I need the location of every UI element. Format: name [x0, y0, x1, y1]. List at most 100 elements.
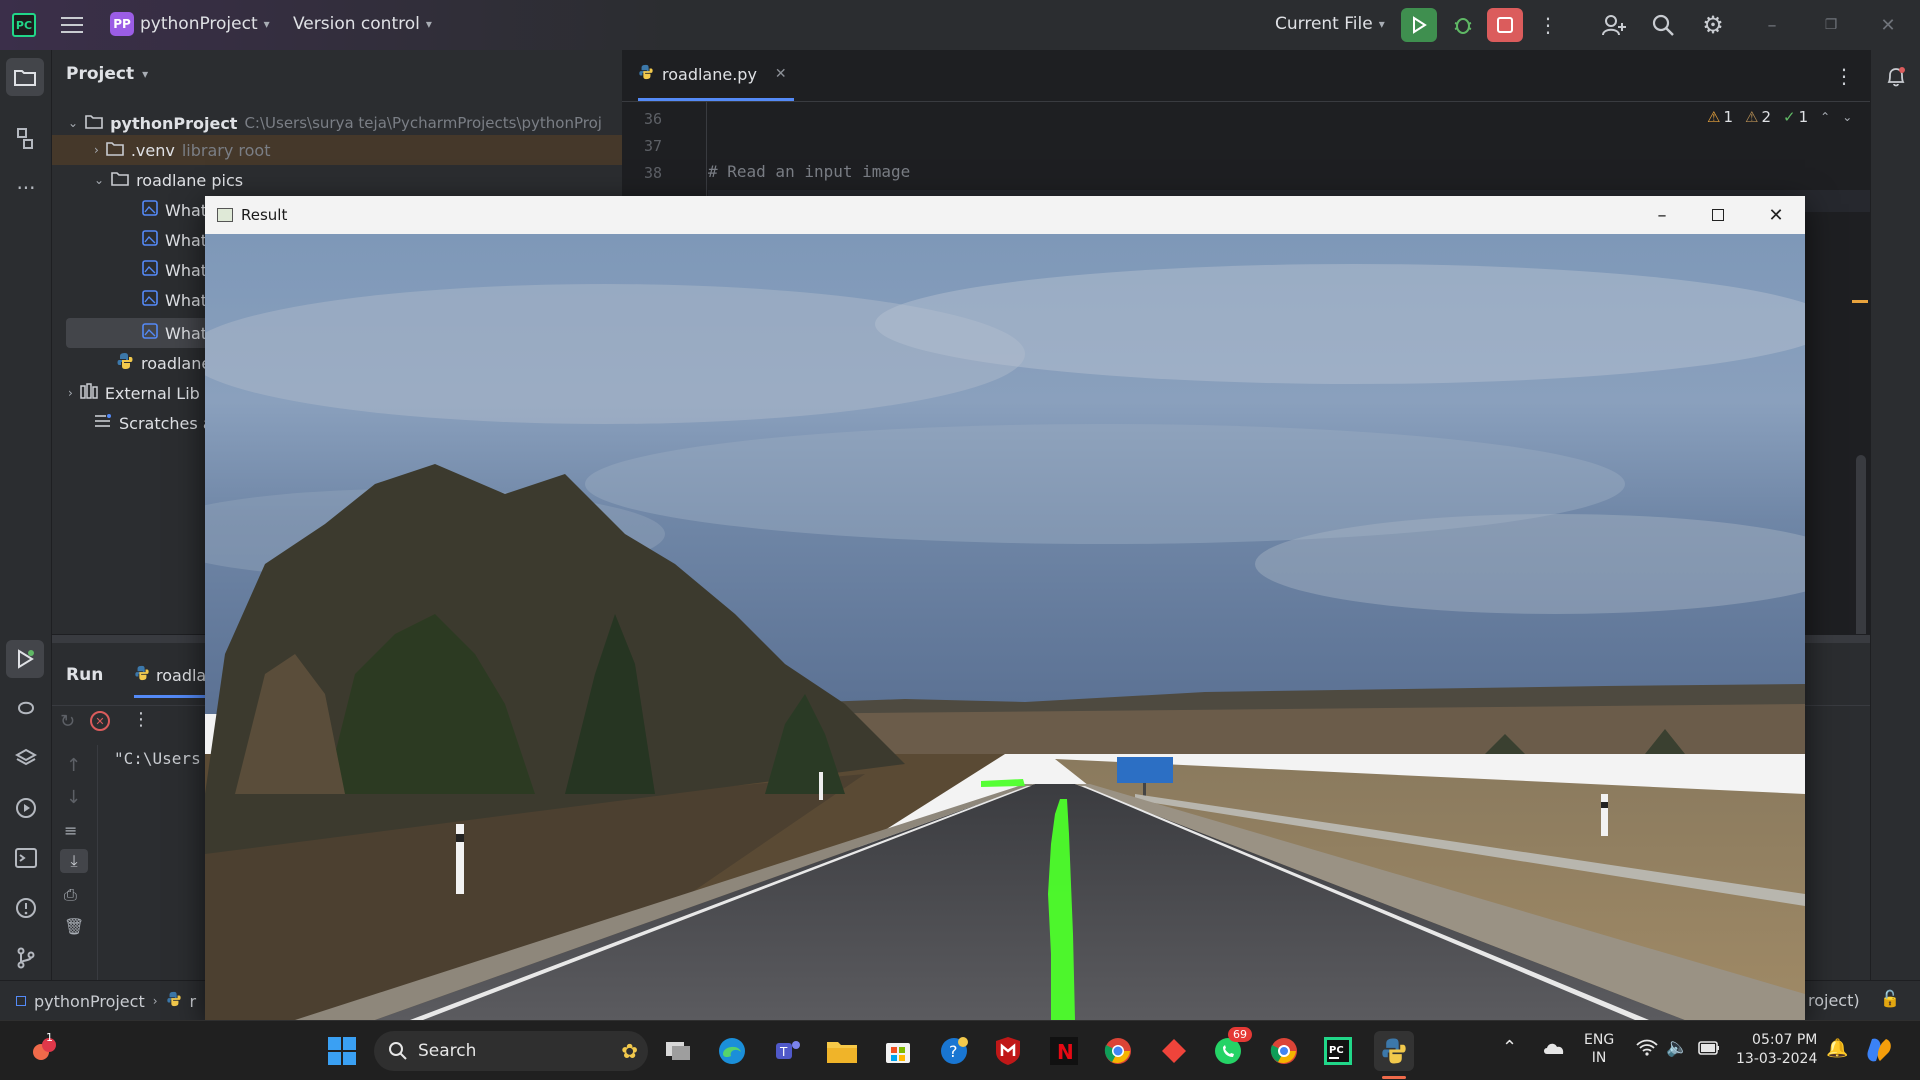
chrome-icon[interactable]: [1098, 1031, 1138, 1071]
stop-process-icon[interactable]: ✕: [90, 711, 110, 731]
tree-item-label: What: [165, 323, 208, 343]
copilot-icon[interactable]: [1864, 1035, 1894, 1065]
project-panel-header[interactable]: Project ▾: [66, 64, 148, 84]
run-tool-icon[interactable]: [6, 640, 44, 678]
terminal-icon[interactable]: [10, 842, 42, 874]
run-tab-label: roadla: [156, 665, 207, 685]
task-view-icon[interactable]: [658, 1031, 698, 1071]
teams-icon[interactable]: T: [768, 1031, 808, 1071]
tree-item-venv[interactable]: › .venv library root: [94, 135, 270, 165]
print-icon[interactable]: ⎙: [64, 885, 77, 905]
chevron-right-icon: ›: [152, 994, 158, 1008]
tree-item-roadlane-pics[interactable]: ⌄ roadlane pics: [94, 165, 243, 195]
code-comment-line[interactable]: # Read an input image: [708, 162, 910, 181]
result-minimize-button[interactable]: –: [1633, 196, 1691, 234]
scroll-up-arrow-icon[interactable]: ↑: [66, 755, 81, 776]
soft-wrap-icon[interactable]: ≡: [64, 821, 77, 840]
run-config-selector[interactable]: Current File ▾: [1275, 14, 1385, 34]
chevron-up-icon[interactable]: ⌃: [1820, 110, 1830, 124]
editor-tab-roadlane[interactable]: roadlane.py ✕: [638, 64, 787, 84]
anydesk-icon[interactable]: [1154, 1031, 1194, 1071]
file-explorer-icon[interactable]: [822, 1031, 862, 1071]
search-icon[interactable]: [1648, 10, 1678, 40]
gutter-divider: [706, 102, 707, 202]
volume-icon[interactable]: 🔈: [1666, 1037, 1688, 1058]
notifications-bell-icon[interactable]: [1881, 62, 1911, 92]
problems-icon[interactable]: [10, 892, 42, 924]
scroll-to-end-icon[interactable]: ⤓: [60, 849, 88, 873]
tree-item-scratches[interactable]: Scratches a: [94, 408, 213, 438]
onedrive-cloud-icon[interactable]: [1542, 1039, 1566, 1059]
result-close-button[interactable]: ✕: [1747, 196, 1805, 234]
ide-minimize-button[interactable]: –: [1752, 10, 1792, 40]
git-branch-icon[interactable]: [10, 942, 42, 974]
result-title-bar[interactable]: Result – ✕: [205, 196, 1805, 234]
windows-start-icon[interactable]: [322, 1031, 362, 1071]
check-icon: ✓: [1783, 108, 1796, 126]
result-maximize-button[interactable]: [1689, 196, 1747, 234]
run-more-icon[interactable]: ⋮: [132, 709, 150, 730]
rerun-button[interactable]: [1401, 8, 1437, 42]
edge-icon[interactable]: [712, 1031, 752, 1071]
whatsapp-icon[interactable]: 69: [1208, 1027, 1252, 1071]
wifi-icon[interactable]: [1636, 1039, 1658, 1061]
python-window-icon[interactable]: [1374, 1031, 1414, 1071]
pycharm-taskbar-icon[interactable]: PC: [1318, 1031, 1358, 1071]
image-file-icon: [142, 260, 158, 280]
weather-widget-icon[interactable]: 1: [22, 1031, 62, 1071]
mcafee-icon[interactable]: [988, 1031, 1028, 1071]
rerun-icon[interactable]: ↻: [60, 711, 75, 732]
chrome-profile-icon[interactable]: [1264, 1031, 1304, 1071]
version-control-label: Version control: [293, 14, 420, 34]
more-tools-icon[interactable]: ···: [10, 172, 42, 204]
scroll-down-arrow-icon[interactable]: ↓: [66, 787, 81, 808]
tree-item-roadlane-py[interactable]: roadlane: [116, 348, 211, 378]
more-actions-icon[interactable]: ⋮: [1538, 12, 1558, 38]
tree-item-image-1[interactable]: What: [142, 195, 207, 225]
show-hidden-icons-chevron[interactable]: ⌃: [1502, 1037, 1517, 1058]
version-control-menu[interactable]: Version control ▾: [293, 14, 432, 34]
main-menu-icon[interactable]: [58, 12, 86, 38]
structure-icon[interactable]: [10, 122, 42, 154]
tree-item-image-5[interactable]: What: [142, 318, 207, 348]
line-number: 38: [643, 164, 662, 182]
ide-restore-button[interactable]: ❐: [1811, 10, 1851, 40]
tree-item-image-2[interactable]: What: [142, 225, 207, 255]
inspection-widget[interactable]: ⚠ 1 ⚠ 2 ✓ 1 ⌃ ⌄: [1707, 108, 1852, 126]
debug-button[interactable]: [1448, 10, 1478, 40]
project-switcher[interactable]: PP pythonProject ▾: [110, 12, 270, 36]
ide-close-button[interactable]: ✕: [1868, 10, 1908, 40]
get-help-icon[interactable]: ?: [934, 1031, 974, 1071]
project-tool-folder-icon[interactable]: [6, 58, 44, 96]
breadcrumb[interactable]: pythonProject › r: [16, 991, 196, 1011]
chevron-down-icon: ▾: [142, 67, 149, 81]
image-file-icon: [142, 200, 158, 220]
battery-icon[interactable]: [1698, 1040, 1720, 1059]
settings-gear-icon[interactable]: ⚙: [1698, 10, 1728, 40]
run-tab-roadlane[interactable]: roadla: [134, 665, 206, 685]
lock-icon[interactable]: 🔓: [1880, 989, 1900, 1008]
tree-item-label: External Lib: [104, 383, 200, 403]
tree-item-external-libraries[interactable]: › External Lib: [68, 378, 200, 408]
layers-icon[interactable]: [10, 742, 42, 774]
tree-item-image-4[interactable]: What: [142, 285, 207, 315]
python-packages-icon[interactable]: [10, 692, 42, 724]
interpreter-status[interactable]: roject): [1808, 991, 1860, 1010]
chevron-down-icon[interactable]: ⌄: [1842, 110, 1852, 124]
result-window-title: Result: [241, 206, 288, 224]
clock[interactable]: 05:07 PM 13-03-2024: [1736, 1031, 1817, 1069]
notification-bell-icon[interactable]: 🔔: [1826, 1038, 1848, 1059]
trash-icon[interactable]: 🗑: [64, 917, 84, 936]
tree-item-image-3[interactable]: What: [142, 255, 207, 285]
stop-button[interactable]: [1487, 8, 1523, 42]
close-tab-icon[interactable]: ✕: [775, 66, 787, 82]
active-app-indicator: [1382, 1076, 1406, 1079]
add-user-icon[interactable]: [1598, 10, 1630, 40]
tree-item-pythonproject[interactable]: ⌄ pythonProject C:\Users\surya teja\Pych…: [68, 108, 602, 138]
taskbar-search-box[interactable]: Search ✿: [374, 1031, 648, 1071]
language-indicator[interactable]: ENG IN: [1584, 1031, 1614, 1067]
microsoft-store-icon[interactable]: [878, 1031, 918, 1071]
services-icon[interactable]: [10, 792, 42, 824]
netflix-icon[interactable]: N: [1044, 1031, 1084, 1071]
editor-more-icon[interactable]: ⋮: [1834, 64, 1854, 88]
